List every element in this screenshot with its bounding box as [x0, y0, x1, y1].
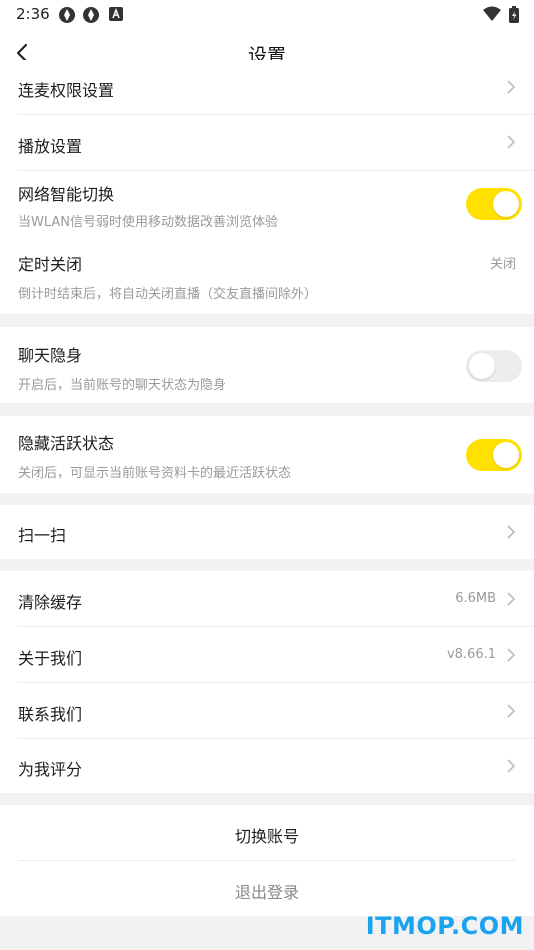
divider [18, 860, 516, 861]
row-subtitle: 开启后，当前账号的聊天状态为隐身 [18, 378, 227, 393]
chevron-right-icon [507, 592, 516, 606]
row-playback[interactable]: 播放设置 [0, 115, 534, 170]
row-title: 网络智能切换 [18, 185, 115, 204]
row-value: 6.6MB [455, 591, 496, 606]
row-title: 隐藏活跃状态 [18, 434, 115, 453]
chat-invisible-toggle[interactable] [466, 350, 522, 382]
row-title: 定时关闭 [18, 255, 83, 274]
toggle-knob [469, 353, 495, 379]
settings-section-general: 连麦权限设置 播放设置 网络智能切换 当WLAN信号弱时使用移动数据改善浏览体验… [0, 60, 534, 314]
row-title: 连麦权限设置 [18, 81, 115, 100]
row-title: 播放设置 [18, 137, 83, 156]
row-clear-cache[interactable]: 清除缓存 6.6MB [0, 571, 534, 626]
row-subtitle: 倒计时结束后，将自动关闭直播（交友直播间除外） [18, 287, 318, 302]
settings-section-hide-active: 隐藏活跃状态 关闭后，可显示当前账号资料卡的最近活跃状态 [0, 416, 534, 493]
row-rate[interactable]: 为我评分 [0, 739, 534, 793]
chevron-right-icon [507, 704, 516, 718]
row-network-switch: 网络智能切换 当WLAN信号弱时使用移动数据改善浏览体验 [0, 171, 534, 237]
settings-section-chat-invisible: 聊天隐身 开启后，当前账号的聊天状态为隐身 [0, 327, 534, 403]
row-title: 关于我们 [18, 649, 83, 668]
settings-section-misc: 清除缓存 6.6MB 关于我们 v8.66.1 联系我们 为我评分 [0, 571, 534, 793]
watermark-logo: ITMOP.COM [365, 912, 524, 940]
settings-section-account: 切换账号 退出登录 [0, 805, 534, 916]
toggle-knob [493, 191, 519, 217]
logout-button[interactable]: 退出登录 [0, 879, 534, 903]
toggle-knob [493, 442, 519, 468]
row-title: 聊天隐身 [18, 346, 83, 365]
row-title: 清除缓存 [18, 593, 83, 612]
row-chat-invisible: 聊天隐身 开启后，当前账号的聊天状态为隐身 [0, 327, 534, 403]
hide-active-toggle[interactable] [466, 439, 522, 471]
row-title: 扫一扫 [18, 526, 67, 545]
chevron-right-icon [507, 135, 516, 149]
network-switch-toggle[interactable] [466, 188, 522, 220]
row-about[interactable]: 关于我们 v8.66.1 [0, 627, 534, 682]
row-title: 联系我们 [18, 705, 83, 724]
chevron-right-icon [507, 525, 516, 539]
settings-section-scan: 扫一扫 [0, 505, 534, 559]
row-scan[interactable]: 扫一扫 [0, 505, 534, 559]
status-time: 2:36 [16, 5, 50, 23]
chevron-right-icon [507, 759, 516, 773]
row-hide-active: 隐藏活跃状态 关闭后，可显示当前账号资料卡的最近活跃状态 [0, 416, 534, 493]
row-title: 为我评分 [18, 760, 83, 779]
app-notification-icon [58, 6, 76, 28]
row-subtitle: 关闭后，可显示当前账号资料卡的最近活跃状态 [18, 466, 292, 481]
wifi-icon [482, 6, 502, 26]
row-mic-permission[interactable]: 连麦权限设置 [0, 60, 534, 115]
chevron-right-icon [507, 80, 516, 94]
row-contact[interactable]: 联系我们 [0, 683, 534, 738]
row-value: 关闭 [489, 257, 516, 272]
chevron-right-icon [507, 648, 516, 662]
font-notification-icon [108, 6, 124, 26]
app-notification-icon-2 [82, 6, 100, 28]
row-subtitle: 当WLAN信号弱时使用移动数据改善浏览体验 [18, 215, 279, 230]
row-timer-off[interactable]: 定时关闭 关闭 倒计时结束后，将自动关闭直播（交友直播间除外） [0, 237, 534, 314]
switch-account-button[interactable]: 切换账号 [0, 823, 534, 847]
status-bar: 2:36 [0, 0, 534, 28]
battery-icon [508, 6, 520, 28]
row-value: v8.66.1 [446, 647, 496, 662]
